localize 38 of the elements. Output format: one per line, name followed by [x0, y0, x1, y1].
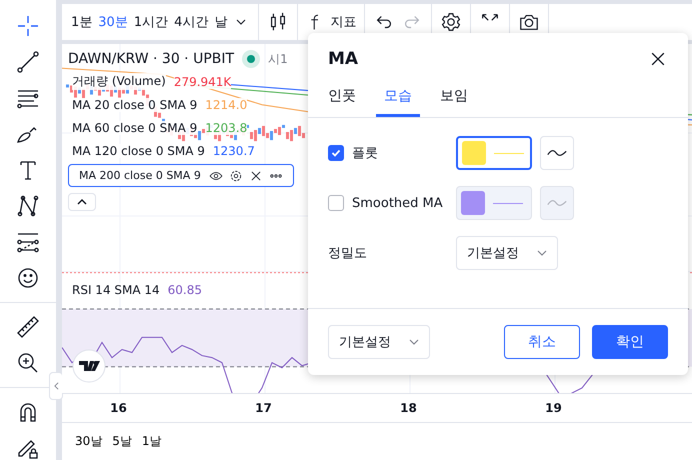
dialog-title: MA [328, 49, 358, 69]
volume-value: 279.941K [174, 74, 232, 88]
cancel-button[interactable]: 취소 [504, 325, 580, 359]
axis-label: 17 [254, 401, 273, 415]
plot-label: Smoothed MA [352, 196, 444, 210]
timeframe-button[interactable]: 1시간 [130, 13, 172, 31]
open-price-label: 시1 [268, 50, 288, 68]
study-value: 1203.8 [205, 120, 248, 134]
dialog-tab[interactable]: 모습 [376, 81, 420, 117]
axis-label: 18 [399, 401, 418, 415]
range-button[interactable]: 5날 [107, 433, 137, 450]
study-label[interactable]: MA 60 close 0 SMA 9 [72, 120, 198, 134]
dialog-tab[interactable]: 보임 [432, 81, 476, 117]
timeframe-button[interactable]: 1분 [68, 13, 96, 31]
indicators-button[interactable]: 지표 [330, 13, 356, 31]
ok-button[interactable]: 확인 [592, 325, 668, 359]
study-value: 1214.0 [205, 98, 248, 112]
axis-label: 19 [544, 401, 563, 415]
plot-label: 플롯 [352, 145, 379, 162]
dialog-tab[interactable]: 인풋 [320, 81, 364, 117]
volume-label: 거래량 (Volume) [72, 73, 166, 90]
timeframe-button[interactable]: 4시간 [171, 13, 212, 31]
study-label[interactable]: MA 20 close 0 SMA 9 [72, 98, 198, 112]
symbol-title: DAWN/KRW · 30 · UPBIT [68, 51, 234, 67]
study-label[interactable]: MA 120 close 0 SMA 9 [72, 144, 205, 158]
timeframe-button[interactable]: 날 [211, 13, 230, 31]
study-label[interactable]: MA 200 close 0 SMA 9 [79, 169, 201, 182]
precision-label: 정밀도 [328, 245, 368, 262]
study-legend-row[interactable]: MA 200 close 0 SMA 9 [68, 164, 294, 187]
range-button[interactable]: 30날 [70, 433, 108, 450]
range-button[interactable]: 1날 [136, 433, 167, 450]
defaults-dropdown[interactable]: 기본설정 [328, 325, 430, 359]
axis-label: 16 [109, 401, 128, 415]
precision-dropdown[interactable]: 기본설정 [456, 236, 558, 270]
rsi-label: RSI 14 SMA 14 [72, 283, 160, 297]
study-value: 1230.7 [212, 144, 255, 158]
rsi-value: 60.85 [168, 283, 202, 297]
timeframe-button[interactable]: 30분 [95, 13, 131, 31]
